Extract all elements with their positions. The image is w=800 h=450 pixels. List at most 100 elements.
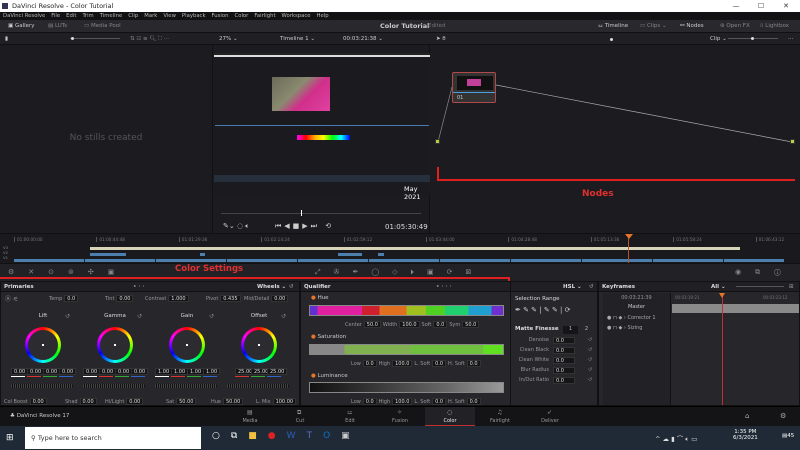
v2-clip[interactable] <box>90 253 126 256</box>
saturation-control[interactable]: Sat 50.00 <box>166 398 197 405</box>
wheel-value[interactable]: 0.00 <box>11 368 29 377</box>
corrector-node[interactable]: 01 <box>452 72 496 103</box>
menu-item[interactable]: Trim <box>82 12 93 20</box>
matte-tab-2[interactable]: 2 <box>579 326 594 334</box>
thumb-size-slider[interactable] <box>70 38 120 39</box>
pointer-tool-icon[interactable]: ➤ ✋︎ <box>436 33 446 45</box>
openfx-button[interactable]: ⊛ Open FX <box>720 20 750 33</box>
luminance-toggle[interactable]: ● Luminance <box>311 373 348 379</box>
zoom-dropdown[interactable]: 27% ⌄ <box>219 33 238 45</box>
expand-icon[interactable]: ⊞ <box>789 282 794 292</box>
master-wheel-slider[interactable] <box>227 384 289 388</box>
v2-clip[interactable] <box>378 253 384 256</box>
timeline-dropdown[interactable]: Timeline 1 ⌄ <box>280 33 315 45</box>
close-button[interactable]: ✕ <box>775 0 797 12</box>
menu-item[interactable]: Playback <box>182 12 206 20</box>
lum-mix-control[interactable]: L. Mix 100.00 <box>256 398 297 405</box>
system-tray-icons[interactable]: ^ ☁ ▮ ⌒ 🔈︎ ▭ <box>655 433 697 444</box>
luminance-range-bar[interactable] <box>309 382 504 393</box>
master-wheel-slider[interactable] <box>155 384 217 388</box>
menu-item[interactable]: Edit <box>66 12 76 20</box>
node-mode-dropdown[interactable]: Clip ⌄ <box>710 33 727 45</box>
settings-gear-icon[interactable]: ⚙ <box>780 412 786 420</box>
gallery-button[interactable]: ▣ Gallery <box>8 20 35 33</box>
wheel-reset-icon[interactable]: ↺ <box>209 313 214 320</box>
wheel-value[interactable]: 25.00 <box>267 368 288 377</box>
menu-item[interactable]: Color <box>235 12 249 20</box>
wheel-value[interactable]: 0.00 <box>115 368 133 377</box>
lightbox-button[interactable]: ⁞⁞ Lightbox <box>760 20 789 33</box>
wheel-reset-icon[interactable]: ↺ <box>137 313 142 320</box>
clips-button[interactable]: ▭ Clips ⌄ <box>640 20 667 33</box>
nodes-button[interactable]: ⚯ Nodes <box>680 20 704 33</box>
slider-handle[interactable] <box>71 37 74 40</box>
menu-item[interactable]: Help <box>317 12 329 20</box>
saturation-params[interactable]: Low 0.0 High 100.0 L. Soft 0.0 H. Soft 0… <box>351 360 481 367</box>
left-tool-icons[interactable]: ⚙✕⊙⊚✣▣ <box>8 268 128 276</box>
hue-params[interactable]: Center 50.0 Width 100.0 Soft 0.0 Sym 50.… <box>345 321 480 328</box>
color-wheel-offset[interactable] <box>241 327 277 363</box>
sidebar-toggle-icon[interactable]: ▮ <box>5 33 8 45</box>
hue-toggle[interactable]: ● Hue <box>311 295 329 301</box>
page-tab-media[interactable]: ▤ Media <box>225 407 275 427</box>
col-boost-control[interactable]: Col Boost 0.00 <box>4 398 47 405</box>
luminance-params[interactable]: Low 0.0 High 100.0 L. Soft 0.0 H. Soft 0… <box>351 398 481 405</box>
wheel-value[interactable]: 1.00 <box>155 368 173 377</box>
mini-timeline[interactable]: V3 V2 V1 01:00:00:00 01:00:44:48 01:01:29:36… <box>0 233 800 263</box>
v2-clip[interactable] <box>200 253 205 256</box>
input-node-icon[interactable] <box>435 139 440 144</box>
output-node-icon[interactable] <box>790 139 795 144</box>
view-options-icons[interactable]: ⇅ ☷ ≡ 🔍︎ ⛶ ··· <box>130 33 169 45</box>
page-dots[interactable]: • · · · <box>436 282 452 292</box>
color-wheel-gain[interactable] <box>169 327 205 363</box>
saturation-toggle[interactable]: ● Saturation <box>311 334 346 340</box>
highlight-control[interactable]: Hi/Light 0.00 <box>105 398 144 405</box>
auto-balance-icon[interactable]: Ⓐ ⚟ <box>5 294 18 303</box>
tint-control[interactable]: Tint 0.00 <box>105 295 134 302</box>
wheels-mode-dropdown[interactable]: Wheels ⌄ <box>257 282 286 292</box>
menu-item[interactable]: Fairlight <box>254 12 275 20</box>
keyframe-playhead-marker-icon[interactable] <box>719 293 725 298</box>
center-tool-icons[interactable]: ⤢✇✒◯◇⏵▣⟳⊠ <box>315 268 484 277</box>
page-tab-color[interactable]: ◌ Color <box>425 407 475 427</box>
clock[interactable]: 1:35 PM 6/3/2021 <box>733 429 758 441</box>
temp-control[interactable]: Temp 0.0 <box>49 295 79 302</box>
master-keyframe-bar[interactable] <box>672 304 799 313</box>
menu-item[interactable]: Workspace <box>282 12 311 20</box>
slider-handle[interactable] <box>751 37 754 40</box>
reset-icon[interactable]: ↺ <box>589 282 594 292</box>
hue-range-bar[interactable] <box>309 305 504 316</box>
notifications-icon[interactable]: ▤45 <box>782 433 794 439</box>
mid-detail-control[interactable]: Mid/Detail 0.00 <box>244 295 289 302</box>
wheel-value[interactable]: 1.00 <box>171 368 189 377</box>
wheel-value[interactable]: 0.00 <box>83 368 101 377</box>
transport-controls[interactable]: ⏮◀■▶⏭ ⟲ <box>275 222 334 231</box>
page-tab-cut[interactable]: ⧉ Cut <box>275 407 325 427</box>
keyframe-playhead[interactable] <box>722 294 723 405</box>
keyframe-filter-dropdown[interactable]: All ⌄ <box>711 282 726 292</box>
playhead-marker-icon[interactable] <box>625 234 633 239</box>
picker-tools[interactable]: ✒ ✎ ✎ | ✎ ✎ | ⟳ <box>515 306 570 314</box>
maximize-button[interactable]: ☐ <box>750 0 772 12</box>
wheel-value[interactable]: 0.00 <box>59 368 77 377</box>
color-wheel-gamma[interactable] <box>97 327 133 363</box>
track-corrector-1[interactable]: ● ⊓ ◆ › Corrector 1 <box>607 315 670 321</box>
page-dots[interactable]: • · · <box>133 282 145 292</box>
master-track[interactable]: Master <box>603 304 670 310</box>
taskbar-search-input[interactable]: ⚲ Type here to search <box>25 427 201 449</box>
timecode-display[interactable]: 00:03:21:38 ⌄ <box>343 33 383 45</box>
hue-control[interactable]: Hue 50.00 <box>211 398 244 405</box>
scrubber-playhead[interactable] <box>301 210 302 216</box>
page-tab-edit[interactable]: ⚍ Edit <box>325 407 375 427</box>
minimize-button[interactable]: — <box>725 0 747 12</box>
shadows-control[interactable]: Shad 0.00 <box>65 398 97 405</box>
tool-icons[interactable]: ✎⌄ ◌ 🔈︎ <box>223 222 250 231</box>
page-tab-fusion[interactable]: ✧ Fusion <box>375 407 425 427</box>
wheel-value[interactable]: 0.00 <box>27 368 45 377</box>
wheel-value[interactable]: 25.00 <box>251 368 272 377</box>
wheel-value[interactable]: 1.00 <box>187 368 205 377</box>
wheel-reset-icon[interactable]: ↺ <box>65 313 70 320</box>
menu-item[interactable]: Timeline <box>100 12 123 20</box>
more-icon[interactable]: ··· <box>788 33 793 45</box>
menu-item[interactable]: Clip <box>128 12 138 20</box>
